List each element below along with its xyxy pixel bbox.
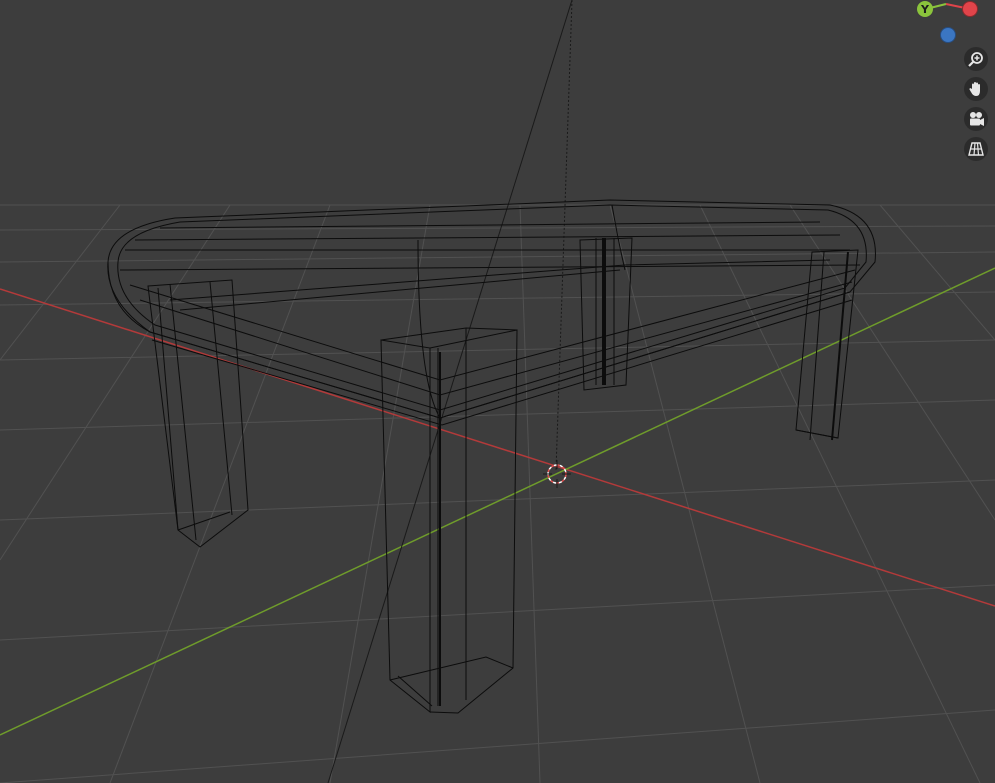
zoom-in-icon	[968, 52, 983, 67]
camera-view-button[interactable]	[964, 107, 988, 131]
camera-icon	[970, 112, 984, 126]
y-axis-line	[0, 267, 995, 736]
3d-viewport[interactable]	[0, 0, 995, 783]
hand-icon	[969, 82, 980, 96]
floor-grid	[0, 204, 995, 783]
pan-button[interactable]	[964, 77, 988, 101]
zoom-in-button[interactable]	[964, 47, 988, 71]
x-axis-line	[0, 288, 995, 607]
orthographic-toggle-button[interactable]	[964, 137, 988, 161]
gizmo-y-axis[interactable]: Y	[917, 1, 933, 17]
gizmo-x-axis[interactable]	[962, 1, 978, 17]
grid-icon	[968, 142, 984, 156]
table-wireframe	[107, 199, 876, 714]
gizmo-z-axis[interactable]	[940, 27, 956, 43]
